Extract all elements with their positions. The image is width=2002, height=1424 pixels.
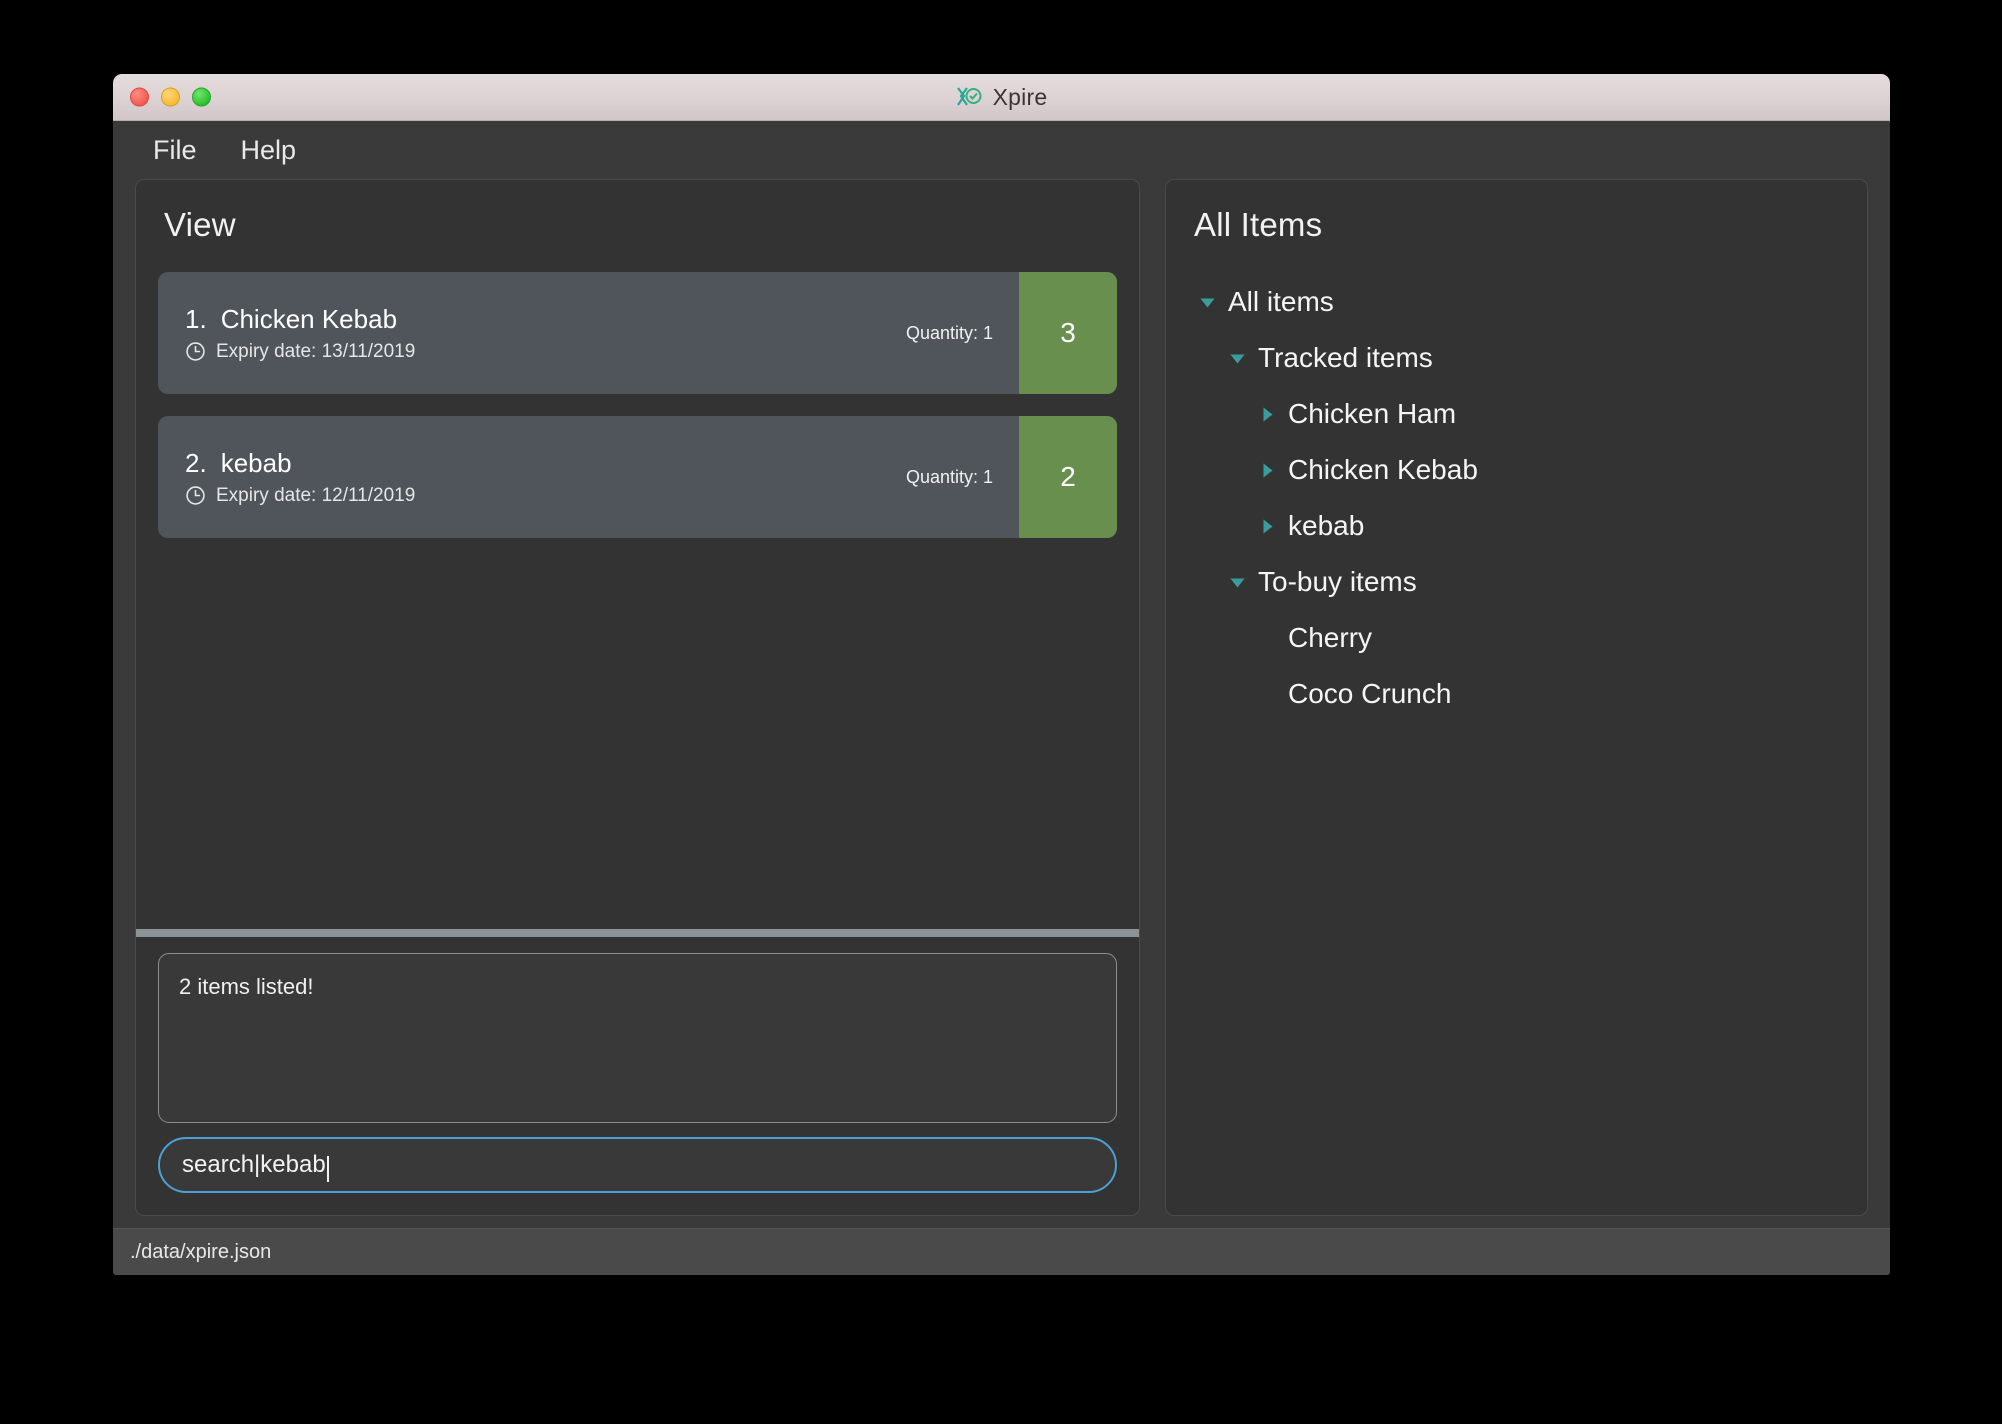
tree-node-label: Tracked items: [1258, 342, 1433, 373]
maximize-button[interactable]: [192, 87, 211, 107]
view-panel: View 1. Chicken Kebab Expiry date: 13/11…: [135, 179, 1140, 1216]
tree-node-label: All items: [1228, 286, 1334, 317]
item-card-main: 2. kebab Expiry date: 12/11/2019: [158, 416, 906, 538]
all-items-panel-title: All Items: [1194, 206, 1323, 243]
item-card-expiry-row: Expiry date: 12/11/2019: [185, 485, 906, 507]
item-card-expiry-row: Expiry date: 13/11/2019: [185, 341, 906, 363]
window-title-group: Xpire: [956, 84, 1048, 111]
item-name: Chicken Kebab: [220, 303, 398, 334]
command-input[interactable]: search|kebab: [158, 1137, 1117, 1193]
tree-node-chicken-ham[interactable]: Chicken Ham: [1198, 386, 1867, 442]
clock-icon: [186, 342, 205, 361]
chevron-right-icon[interactable]: [1258, 405, 1277, 424]
item-card-heading: 1. Chicken Kebab: [185, 304, 906, 335]
tree-node-label: Coco Crunch: [1288, 678, 1452, 709]
application-window: Xpire File Help View 1. Chicken Kebab Ex…: [113, 74, 1890, 1275]
menu-item-file[interactable]: File: [135, 131, 215, 170]
tree-node-label: kebab: [1288, 510, 1365, 541]
console-area: 2 items listed! search|kebab: [136, 937, 1139, 1215]
item-tree: All items Tracked items Chicken Ham Chic…: [1166, 244, 1867, 722]
tree-node-label: To-buy items: [1258, 566, 1417, 597]
text-caret: [326, 1156, 329, 1182]
tree-node-chicken-kebab[interactable]: Chicken Kebab: [1198, 442, 1867, 498]
item-card-main: 1. Chicken Kebab Expiry date: 13/11/2019: [158, 272, 906, 394]
content-area: View 1. Chicken Kebab Expiry date: 13/11…: [113, 179, 1890, 1228]
command-input-value: search|kebab: [182, 1151, 326, 1178]
result-display: 2 items listed!: [158, 953, 1117, 1123]
window-title: Xpire: [992, 83, 1048, 110]
clock-icon: [186, 486, 205, 505]
view-panel-title: View: [164, 206, 236, 243]
tree-node-coco-crunch[interactable]: Coco Crunch: [1198, 666, 1867, 722]
chevron-right-icon[interactable]: [1258, 461, 1277, 480]
list-item[interactable]: 1. Chicken Kebab Expiry date: 13/11/2019: [158, 272, 1117, 394]
statusbar-file-path: ./data/xpire.json: [130, 1240, 272, 1263]
all-items-panel: All Items All items Tracked items Chicke…: [1165, 179, 1868, 1216]
tree-node-label: Chicken Ham: [1288, 398, 1457, 429]
window-body: File Help View 1. Chicken Kebab Expiry d…: [113, 121, 1890, 1275]
menu-item-help[interactable]: Help: [223, 131, 315, 170]
item-card-heading: 2. kebab: [185, 448, 906, 479]
item-index: 2.: [185, 447, 207, 478]
tree-node-all-items[interactable]: All items: [1198, 274, 1867, 330]
menubar: File Help: [113, 121, 1890, 179]
item-quantity: Quantity: 1: [905, 322, 993, 343]
item-expiry-date: Expiry date: 12/11/2019: [216, 484, 416, 506]
tree-node-tracked-items[interactable]: Tracked items: [1198, 330, 1867, 386]
tree-node-label: Cherry: [1288, 622, 1373, 653]
item-quantity: Quantity: 1: [905, 466, 993, 487]
xpire-logo-icon: [956, 87, 982, 106]
close-button[interactable]: [130, 87, 149, 107]
item-badge: 3: [1019, 272, 1117, 394]
item-index: 1.: [185, 303, 207, 334]
statusbar: ./data/xpire.json: [113, 1228, 1890, 1275]
item-badge: 2: [1019, 416, 1117, 538]
tree-node-kebab[interactable]: kebab: [1198, 498, 1867, 554]
tree-node-cherry[interactable]: Cherry: [1198, 610, 1867, 666]
titlebar: Xpire: [113, 74, 1890, 121]
result-text: 2 items listed!: [179, 974, 314, 999]
tree-node-to-buy-items[interactable]: To-buy items: [1198, 554, 1867, 610]
chevron-down-icon[interactable]: [1228, 573, 1247, 592]
item-expiry-date: Expiry date: 13/11/2019: [216, 340, 416, 362]
chevron-down-icon[interactable]: [1198, 293, 1217, 312]
chevron-right-icon[interactable]: [1258, 517, 1277, 536]
window-controls: [130, 87, 211, 107]
screen: Xpire File Help View 1. Chicken Kebab Ex…: [0, 0, 2002, 1424]
chevron-down-icon[interactable]: [1228, 349, 1247, 368]
tree-node-label: Chicken Kebab: [1288, 454, 1478, 485]
minimize-button[interactable]: [161, 87, 180, 107]
item-name: kebab: [220, 447, 292, 478]
split-pane-divider[interactable]: [136, 929, 1139, 937]
item-list: 1. Chicken Kebab Expiry date: 13/11/2019: [136, 244, 1139, 919]
list-item[interactable]: 2. kebab Expiry date: 12/11/2019 Quantit…: [158, 416, 1117, 538]
